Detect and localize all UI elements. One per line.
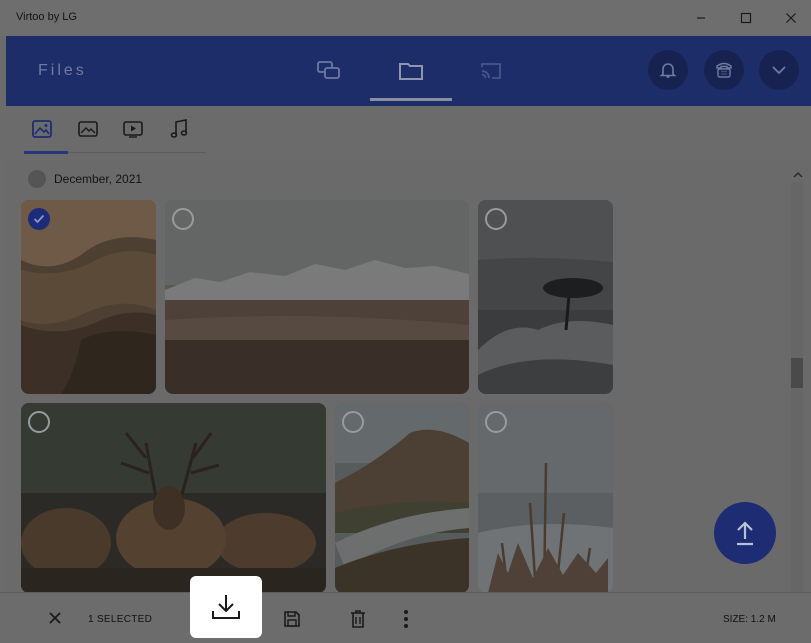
photo-select-toggle[interactable] [485, 208, 507, 230]
photo-select-toggle[interactable] [485, 411, 507, 433]
photo-grid-area: December, 2021 [6, 160, 811, 592]
section-select-toggle[interactable] [28, 170, 46, 188]
image-icon [32, 120, 52, 138]
app-window: Virtoo by LG Files December, 2021 1 SELE… [0, 0, 811, 643]
app-header: Files [6, 36, 811, 106]
photo-select-toggle[interactable] [172, 208, 194, 230]
phone-icon [716, 62, 732, 78]
video-icon [123, 121, 143, 138]
photo-tile[interactable] [21, 200, 156, 394]
mountain-plain-image [165, 200, 469, 394]
filter-gallery-tab[interactable] [75, 116, 101, 142]
tab-messages[interactable] [312, 54, 346, 88]
maximize-button[interactable] [731, 6, 761, 30]
delete-button[interactable] [346, 607, 370, 631]
photo-select-toggle[interactable] [28, 411, 50, 433]
photo-tile[interactable] [478, 403, 613, 592]
minimize-icon [697, 17, 705, 19]
scroll-up-button[interactable] [791, 168, 805, 180]
photo-select-toggle[interactable] [342, 411, 364, 433]
download-button[interactable] [190, 576, 262, 638]
photo-tile[interactable] [21, 403, 326, 592]
selection-size: SIZE: 1.2 M [723, 614, 776, 625]
window-title: Virtoo by LG [16, 11, 77, 23]
phone-button[interactable] [704, 50, 744, 90]
deer-herd-image [21, 403, 326, 592]
filter-active-indicator [24, 151, 68, 154]
save-button[interactable] [280, 607, 304, 631]
folder-icon [399, 63, 423, 80]
download-icon [212, 595, 240, 619]
checkmark-icon [33, 214, 45, 224]
more-options-button[interactable] [394, 607, 418, 631]
media-filter-bar [6, 106, 811, 158]
bell-icon [659, 63, 677, 78]
maximize-icon [740, 12, 752, 24]
chevron-up-icon [793, 171, 803, 178]
profile-menu-button[interactable] [759, 50, 799, 90]
chevron-down-icon [772, 66, 786, 75]
filter-videos-tab[interactable] [120, 116, 146, 142]
minimize-button[interactable] [686, 6, 716, 30]
selection-action-bar: 1 SELECTED SIZE: 1.2 M [0, 576, 811, 643]
close-window-button[interactable] [776, 6, 806, 30]
filter-music-tab[interactable] [166, 116, 192, 142]
page-title: Files [38, 62, 87, 79]
active-tab-indicator [370, 98, 452, 101]
upload-arrow-icon [737, 521, 753, 546]
cast-icon [481, 63, 501, 79]
save-icon [284, 611, 300, 627]
scrollbar-thumb[interactable] [791, 358, 803, 388]
trash-icon [351, 610, 365, 628]
title-bar: Virtoo by LG [0, 0, 811, 36]
more-vertical-icon [404, 610, 408, 628]
close-icon [49, 612, 61, 624]
photo-selected-check[interactable] [28, 208, 50, 230]
chat-icon [317, 61, 340, 79]
tab-cast[interactable] [474, 54, 508, 88]
photo-tile[interactable] [335, 403, 469, 592]
photo-tile[interactable] [478, 200, 613, 394]
section-date-label: December, 2021 [54, 172, 143, 186]
tab-files[interactable] [394, 54, 428, 88]
gallery-icon [78, 121, 98, 137]
notifications-button[interactable] [648, 50, 688, 90]
music-icon [170, 119, 188, 138]
clear-selection-button[interactable] [44, 607, 66, 629]
filter-images-tab[interactable] [29, 116, 55, 142]
selection-count: 1 SELECTED [88, 614, 153, 625]
upload-button[interactable] [714, 502, 776, 564]
photo-tile[interactable] [165, 200, 469, 394]
close-icon [786, 13, 796, 23]
